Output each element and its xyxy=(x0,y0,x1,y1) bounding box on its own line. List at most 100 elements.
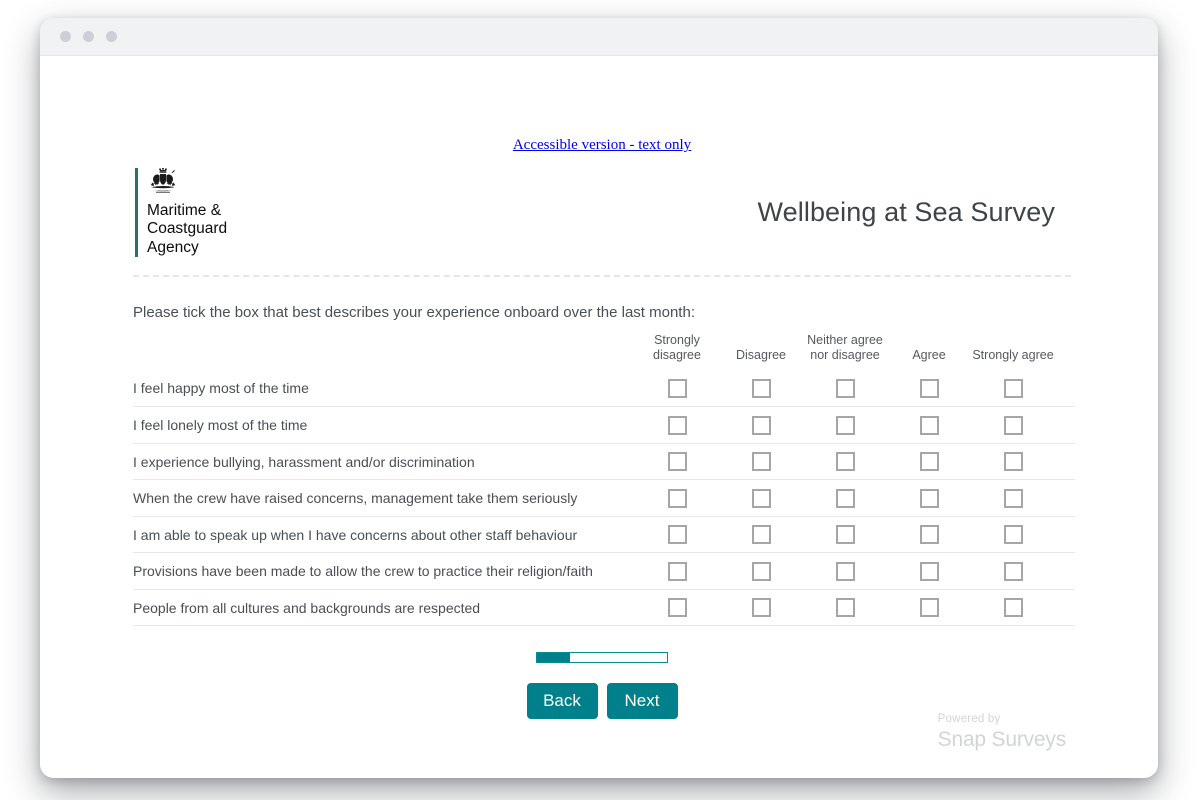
option-cell xyxy=(971,370,1055,407)
checkbox-r6-c3[interactable] xyxy=(835,561,855,581)
checkbox-r1-c3[interactable] xyxy=(835,378,855,398)
checkbox-r7-c1[interactable] xyxy=(667,598,687,618)
instruction-text: Please tick the box that best describes … xyxy=(133,303,695,321)
checkbox-r3-c4[interactable] xyxy=(919,452,939,472)
column-header-agree: Agree xyxy=(912,348,946,363)
snap-surveys-wordmark: Snap Surveys xyxy=(937,728,1067,752)
checkbox-r3-c1[interactable] xyxy=(667,452,687,472)
checkbox-r1-c5[interactable] xyxy=(1003,378,1023,398)
maximize-dot-icon[interactable] xyxy=(106,31,117,42)
checkbox-r2-c3[interactable] xyxy=(835,415,855,435)
checkbox-r4-c5[interactable] xyxy=(1003,488,1023,508)
grid-spacer-header xyxy=(1055,333,1075,371)
option-cell xyxy=(971,442,1055,480)
back-button[interactable]: Back xyxy=(526,683,598,720)
question-label: I feel lonely most of the time xyxy=(133,406,635,444)
checkbox-r5-c5[interactable] xyxy=(1003,525,1023,545)
column-header-disagree: Disagree xyxy=(735,348,787,363)
checkbox-r5-c4[interactable] xyxy=(919,525,939,545)
option-cell xyxy=(635,370,719,407)
checkbox-r3-c3[interactable] xyxy=(835,452,855,472)
royal-coat-of-arms-crest-icon xyxy=(147,167,227,199)
option-cell xyxy=(887,479,971,517)
checkbox-r7-c2[interactable] xyxy=(751,598,771,618)
option-cell xyxy=(719,515,803,553)
checkbox-r2-c2[interactable] xyxy=(751,415,771,435)
option-cell xyxy=(803,479,887,517)
option-cell xyxy=(887,552,971,590)
checkbox-r6-c5[interactable] xyxy=(1003,561,1023,581)
logo-body: Maritime & Coastguard Agency xyxy=(147,167,227,257)
navigation-buttons: Back Next xyxy=(133,683,1071,720)
option-cell xyxy=(803,370,887,407)
option-cell xyxy=(887,406,971,444)
option-cell xyxy=(887,588,971,627)
checkbox-r6-c1[interactable] xyxy=(667,561,687,581)
close-dot-icon[interactable] xyxy=(60,31,71,42)
survey-header: Maritime & Coastguard Agency Wellbeing a… xyxy=(133,167,1071,277)
table-row: When the crew have raised concerns, mana… xyxy=(133,479,1075,517)
checkbox-r7-c5[interactable] xyxy=(1003,598,1023,618)
option-cell xyxy=(719,479,803,517)
question-label: I experience bullying, harassment and/or… xyxy=(133,442,635,480)
option-cell xyxy=(803,442,887,480)
table-row: I feel happy most of the time xyxy=(133,370,1075,407)
option-cell xyxy=(971,406,1055,444)
checkbox-r2-c4[interactable] xyxy=(919,415,939,435)
column-header-neither: Neither agree nor disagree xyxy=(807,332,883,363)
minimize-dot-icon[interactable] xyxy=(83,31,94,42)
checkbox-r7-c3[interactable] xyxy=(835,598,855,618)
row-spacer-cell xyxy=(1055,406,1075,444)
option-cell xyxy=(635,406,719,444)
powered-by-label: Powered by xyxy=(937,712,1001,725)
option-cell xyxy=(635,588,719,627)
row-spacer-cell xyxy=(1055,370,1075,407)
checkbox-r2-c1[interactable] xyxy=(667,415,687,435)
table-row: Provisions have been made to allow the c… xyxy=(133,552,1075,590)
checkbox-r7-c4[interactable] xyxy=(919,598,939,618)
row-spacer-cell xyxy=(1055,552,1075,590)
checkbox-r6-c4[interactable] xyxy=(919,561,939,581)
checkbox-r4-c2[interactable] xyxy=(751,488,771,508)
snap-surveys-credit: Powered by Snap Surveys xyxy=(937,712,1067,752)
checkbox-r1-c4[interactable] xyxy=(919,378,939,398)
option-cell xyxy=(887,370,971,407)
option-cell xyxy=(803,552,887,590)
option-cell xyxy=(803,406,887,444)
option-cell xyxy=(635,515,719,553)
checkbox-r6-c2[interactable] xyxy=(751,561,771,581)
question-label: When the crew have raised concerns, mana… xyxy=(133,479,635,517)
checkbox-r3-c2[interactable] xyxy=(751,452,771,472)
checkbox-r5-c2[interactable] xyxy=(751,525,771,545)
progress-bar xyxy=(536,652,668,664)
table-row: I experience bullying, harassment and/or… xyxy=(133,442,1075,480)
question-label: Provisions have been made to allow the c… xyxy=(133,552,635,590)
checkbox-r4-c1[interactable] xyxy=(667,488,687,508)
question-label: I feel happy most of the time xyxy=(133,380,309,397)
option-cell xyxy=(719,552,803,590)
checkbox-r1-c2[interactable] xyxy=(751,378,771,398)
page-title: Wellbeing at Sea Survey xyxy=(757,196,1055,227)
checkbox-r4-c4[interactable] xyxy=(919,488,939,508)
option-cell xyxy=(971,552,1055,590)
checkbox-r1-c1[interactable] xyxy=(667,378,687,398)
option-cell xyxy=(635,479,719,517)
option-cell xyxy=(887,442,971,480)
checkbox-r3-c5[interactable] xyxy=(1003,452,1023,472)
checkbox-r2-c5[interactable] xyxy=(1003,415,1023,435)
option-cell xyxy=(719,442,803,480)
option-cell xyxy=(719,588,803,627)
column-header-strongly-agree: Strongly agree xyxy=(972,348,1054,363)
checkbox-r4-c3[interactable] xyxy=(835,488,855,508)
browser-window: Accessible version - text only Maritime … xyxy=(40,18,1158,778)
accessible-version-link[interactable]: Accessible version - text only xyxy=(513,137,691,153)
next-button[interactable]: Next xyxy=(606,683,678,720)
checkbox-r5-c3[interactable] xyxy=(835,525,855,545)
option-cell xyxy=(803,588,887,627)
table-row: People from all cultures and backgrounds… xyxy=(133,588,1075,627)
checkbox-r5-c1[interactable] xyxy=(667,525,687,545)
grid-header-row: Strongly disagree Disagree Neither agree… xyxy=(133,333,1075,371)
option-cell xyxy=(635,552,719,590)
column-header-strongly-disagree: Strongly disagree xyxy=(653,332,701,363)
question-label: I am able to speak up when I have concer… xyxy=(133,515,635,553)
